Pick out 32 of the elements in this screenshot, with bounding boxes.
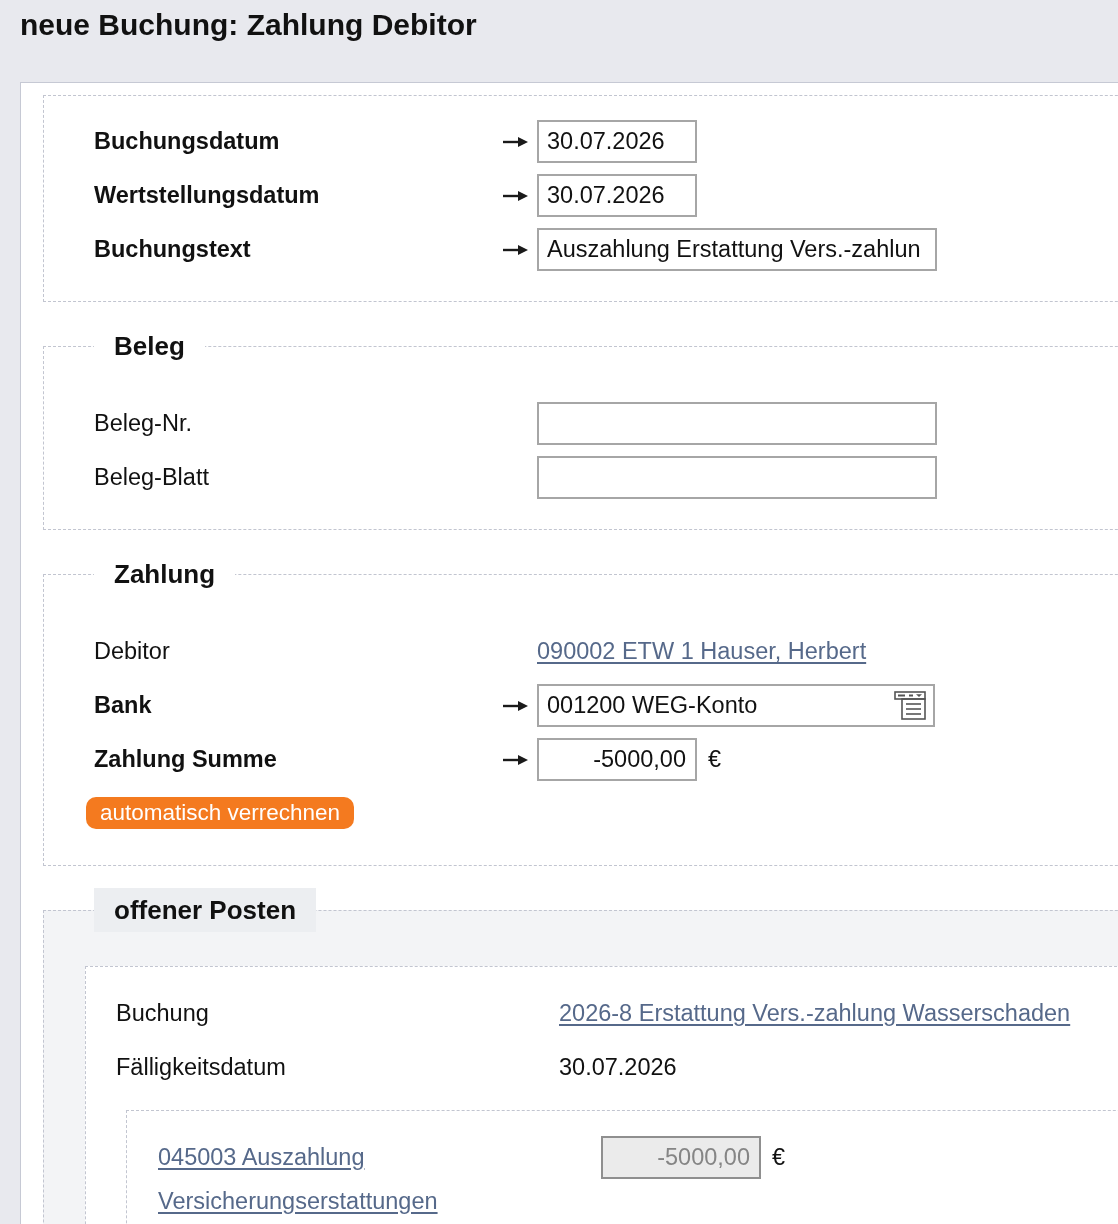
arrow-right-icon xyxy=(503,753,528,766)
input-field[interactable]: 30.07.2026 xyxy=(537,120,697,163)
field-label: Beleg-Blatt xyxy=(94,464,209,491)
input-field[interactable]: 30.07.2026 xyxy=(537,174,697,217)
arrow-right-icon xyxy=(503,189,528,202)
section-title: Beleg xyxy=(113,330,186,363)
field-label: Bank xyxy=(94,692,152,719)
currency-label: € xyxy=(708,746,722,773)
arrow-right-icon xyxy=(503,243,528,256)
section-title: Zahlung xyxy=(113,558,217,591)
field-label: Buchungstext xyxy=(94,236,251,263)
field-label: Buchungsdatum xyxy=(94,128,280,155)
field-link[interactable]: 090002 ETW 1 Hauser, Herbert xyxy=(537,638,867,665)
field-label: Buchung xyxy=(116,1000,209,1027)
field-value: 30.07.2026 xyxy=(559,1054,677,1081)
list-icon xyxy=(894,691,926,720)
currency-label: € xyxy=(772,1144,786,1171)
input-field[interactable] xyxy=(537,402,937,445)
field-label: Fälligkeitsdatum xyxy=(116,1054,286,1081)
field-label: Zahlung Summe xyxy=(94,746,277,773)
input-field[interactable]: Auszahlung Erstattung Vers.-zahlun xyxy=(537,228,937,271)
arrow-right-icon xyxy=(503,135,528,148)
field-label: Debitor xyxy=(94,638,170,665)
field-label: Wertstellungsdatum xyxy=(94,182,320,209)
amount-field[interactable]: -5000,00 xyxy=(537,738,697,781)
input-field[interactable] xyxy=(537,456,937,499)
field-link[interactable]: 2026-8 Erstattung Vers.-zahlung Wasserschaden xyxy=(559,1000,1071,1027)
page-title: neue Buchung: Zahlung Debitor xyxy=(19,7,477,43)
section-title: offener Posten xyxy=(94,888,317,932)
select-field[interactable]: 001200 WEG-Konto xyxy=(537,684,935,727)
arrow-right-icon xyxy=(503,699,528,712)
field-label: Beleg-Nr. xyxy=(94,410,192,437)
